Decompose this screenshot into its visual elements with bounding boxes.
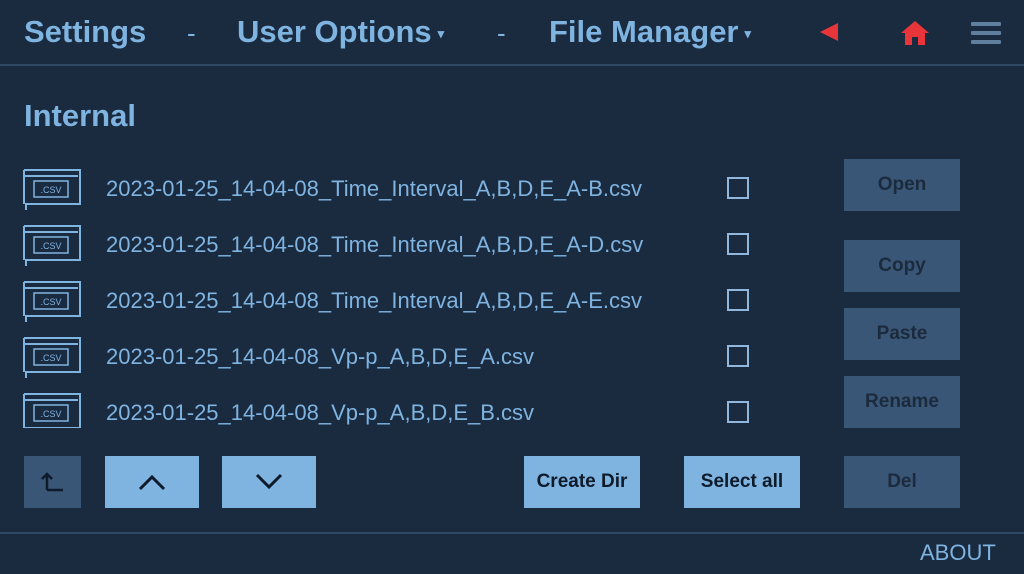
file-manager-menu[interactable]: File Manager ▾	[549, 14, 751, 50]
svg-text:.CSV: .CSV	[40, 353, 61, 363]
csv-file-icon: .CSV	[23, 169, 81, 210]
open-button[interactable]: Open	[844, 159, 960, 211]
csv-file-icon: .CSV	[23, 393, 81, 428]
file-select-checkbox[interactable]	[727, 289, 749, 311]
create-dir-button[interactable]: Create Dir	[524, 456, 640, 508]
scroll-down-button[interactable]	[222, 456, 316, 508]
chevron-down-icon	[255, 473, 283, 490]
storage-location-title: Internal	[24, 98, 136, 133]
svg-text:.CSV: .CSV	[40, 297, 61, 307]
user-options-menu[interactable]: User Options ▾	[237, 14, 444, 50]
file-select-checkbox[interactable]	[727, 401, 749, 423]
file-name[interactable]: 2023-01-25_14-04-08_Time_Interval_A,B,D,…	[106, 288, 642, 314]
settings-link[interactable]: Settings	[24, 14, 146, 50]
file-list-item[interactable]: .CSV 2023-01-25_14-04-08_Vp-p_A,B,D,E_A.…	[22, 336, 762, 382]
file-list-item[interactable]: .CSV 2023-01-25_14-04-08_Time_Interval_A…	[22, 168, 762, 214]
file-name[interactable]: 2023-01-25_14-04-08_Time_Interval_A,B,D,…	[106, 176, 642, 202]
file-select-checkbox[interactable]	[727, 345, 749, 367]
select-all-button[interactable]: Select all	[684, 456, 800, 508]
file-name[interactable]: 2023-01-25_14-04-08_Vp-p_A,B,D,E_B.csv	[106, 400, 534, 426]
file-name[interactable]: 2023-01-25_14-04-08_Vp-p_A,B,D,E_A.csv	[106, 344, 534, 370]
home-icon[interactable]	[900, 20, 930, 46]
rename-button[interactable]: Rename	[844, 376, 960, 428]
svg-text:.CSV: .CSV	[40, 409, 61, 419]
footer-divider	[0, 532, 1024, 534]
hamburger-menu-icon[interactable]	[971, 22, 1001, 46]
svg-text:.CSV: .CSV	[40, 185, 61, 195]
file-list-item[interactable]: .CSV 2023-01-25_14-04-08_Vp-p_A,B,D,E_B.…	[22, 392, 762, 428]
file-select-checkbox[interactable]	[727, 177, 749, 199]
csv-file-icon: .CSV	[23, 281, 81, 322]
breadcrumb-separator: -	[497, 18, 506, 48]
paste-button[interactable]: Paste	[844, 308, 960, 360]
csv-file-icon: .CSV	[23, 225, 81, 266]
scroll-up-button[interactable]	[105, 456, 199, 508]
delete-button[interactable]: Del	[844, 456, 960, 508]
about-link[interactable]: ABOUT	[920, 540, 996, 566]
top-bar: Settings - User Options ▾ - File Manager ▾	[0, 0, 1024, 66]
file-select-checkbox[interactable]	[727, 233, 749, 255]
svg-text:.CSV: .CSV	[40, 241, 61, 251]
file-manager-label: File Manager	[549, 14, 739, 49]
caret-down-icon: ▾	[744, 25, 752, 41]
chevron-up-icon	[138, 474, 166, 491]
file-name[interactable]: 2023-01-25_14-04-08_Time_Interval_A,B,D,…	[106, 232, 643, 258]
parent-directory-icon	[40, 472, 63, 492]
user-options-label: User Options	[237, 14, 432, 49]
file-list-item[interactable]: .CSV 2023-01-25_14-04-08_Time_Interval_A…	[22, 224, 762, 270]
file-list-item[interactable]: .CSV 2023-01-25_14-04-08_Time_Interval_A…	[22, 280, 762, 326]
back-triangle-icon[interactable]	[820, 23, 838, 41]
csv-file-icon: .CSV	[23, 337, 81, 378]
parent-directory-button[interactable]	[24, 456, 81, 508]
copy-button[interactable]: Copy	[844, 240, 960, 292]
caret-down-icon: ▾	[437, 25, 445, 41]
breadcrumb-separator: -	[187, 18, 196, 48]
